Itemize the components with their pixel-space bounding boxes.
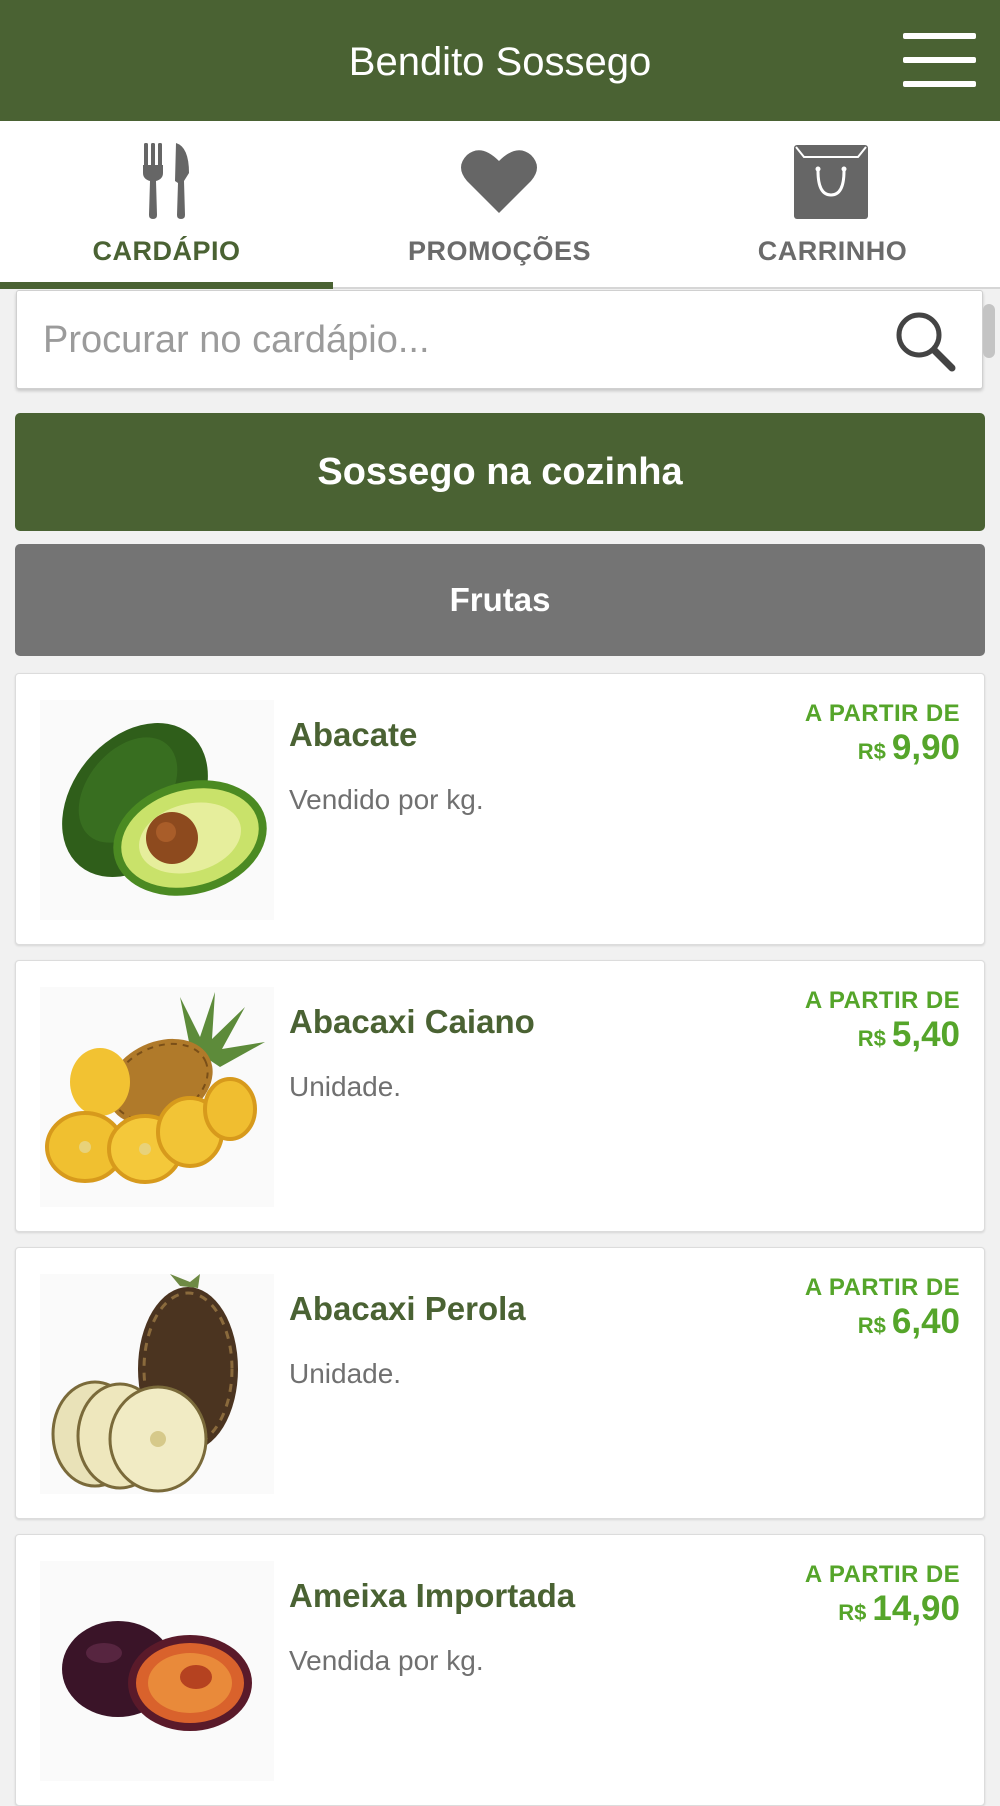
- price-value: 14,90: [872, 1589, 960, 1628]
- avocado-image: [40, 700, 274, 920]
- search-icon[interactable]: [892, 308, 958, 374]
- pineapple-image: [40, 1274, 274, 1494]
- currency: R$: [857, 739, 886, 764]
- search-bar: [16, 290, 983, 389]
- tab-cardapio-label: CARDÁPIO: [92, 236, 241, 266]
- pineapple-image: [40, 987, 274, 1207]
- product-name: Abacaxi Caiano: [289, 1003, 535, 1040]
- active-tab-indicator: [0, 282, 333, 289]
- price-label: A PARTIR DE: [804, 1274, 960, 1301]
- price-value: 9,90: [891, 728, 960, 767]
- product-price: R$ 6,40: [858, 1302, 960, 1342]
- tab-bar: CARDÁPIO PROMOÇÕES CARRINHO: [0, 121, 1000, 289]
- product-card[interactable]: Abacaxi Perola Unidade. A PARTIR DE R$ 6,…: [15, 1247, 985, 1519]
- search-input[interactable]: [41, 309, 865, 371]
- menu-icon[interactable]: [903, 33, 976, 87]
- fork-knife-icon: [143, 143, 189, 219]
- product-name: Abacaxi Perola: [289, 1290, 526, 1327]
- product-card[interactable]: Abacate Vendido por kg. A PARTIR DE R$ 9,…: [15, 673, 985, 945]
- category-sossego-na-cozinha[interactable]: Sossego na cozinha: [15, 413, 985, 531]
- product-description: Unidade.: [289, 1071, 402, 1102]
- price-label: A PARTIR DE: [804, 987, 960, 1014]
- price-value: 5,40: [891, 1015, 960, 1054]
- price-value: 6,40: [891, 1302, 960, 1341]
- currency: R$: [857, 1313, 886, 1338]
- price-label: A PARTIR DE: [804, 1561, 960, 1588]
- scrollbar[interactable]: [983, 304, 995, 358]
- shopping-bag-icon: [794, 145, 868, 219]
- app-title: Bendito Sossego: [348, 40, 652, 84]
- product-name: Ameixa Importada: [289, 1577, 576, 1614]
- tab-promocoes[interactable]: PROMOÇÕES: [333, 121, 666, 289]
- product-price: R$ 5,40: [858, 1015, 960, 1055]
- product-card[interactable]: Abacaxi Caiano Unidade. A PARTIR DE R$ 5,…: [15, 960, 985, 1232]
- product-card[interactable]: Ameixa Importada Vendida por kg. A PARTI…: [15, 1534, 985, 1806]
- tab-promocoes-label: PROMOÇÕES: [407, 236, 592, 266]
- product-name: Abacate: [289, 716, 418, 753]
- currency: R$: [838, 1600, 867, 1625]
- category-frutas[interactable]: Frutas: [15, 544, 985, 656]
- plum-image: [40, 1561, 274, 1781]
- heart-icon: [461, 150, 537, 213]
- product-description: Vendida por kg.: [289, 1645, 484, 1676]
- tab-carrinho[interactable]: CARRINHO: [666, 121, 999, 289]
- app-header: Bendito Sossego: [0, 0, 1000, 121]
- tab-carrinho-label: CARRINHO: [757, 236, 908, 266]
- price-label: A PARTIR DE: [804, 700, 960, 727]
- product-description: Unidade.: [289, 1358, 402, 1389]
- currency: R$: [857, 1026, 886, 1051]
- product-price: R$ 14,90: [838, 1589, 960, 1629]
- product-price: R$ 9,90: [858, 728, 960, 768]
- product-description: Vendido por kg.: [289, 784, 484, 815]
- tab-cardapio[interactable]: CARDÁPIO: [0, 121, 333, 289]
